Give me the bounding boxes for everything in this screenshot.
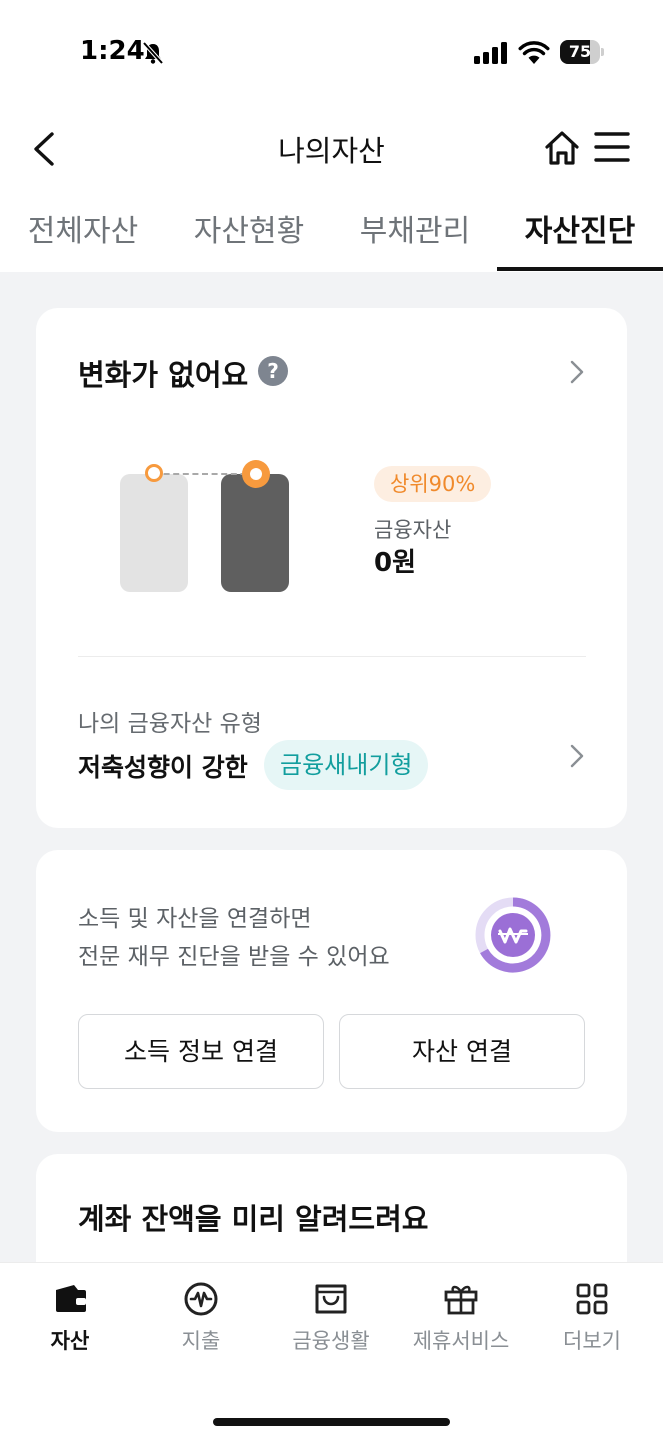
shopping-bag-icon [315, 1284, 347, 1314]
connect-line-1: 소득 및 자산을 연결하면 [78, 906, 312, 932]
active-tab-indicator [497, 267, 663, 271]
comparison-dashed-line [154, 473, 256, 475]
nav-spending[interactable]: 지출 [135, 1263, 267, 1373]
won-diagnosis-icon [475, 897, 551, 973]
previous-asset-bar [120, 474, 188, 592]
card-divider [78, 656, 586, 657]
signal-icon [474, 42, 507, 64]
chevron-right-icon [570, 744, 584, 768]
won-pulse-icon [184, 1282, 218, 1316]
nav-more[interactable]: 더보기 [526, 1263, 658, 1373]
tab-debt-management[interactable]: 부채관리 [332, 206, 498, 272]
nav-assets-label: 자산 [50, 1329, 90, 1353]
nav-partner-services[interactable]: 제휴서비스 [395, 1263, 527, 1373]
rank-badge: 상위90% [374, 466, 492, 502]
connect-asset-button[interactable]: 자산 연결 [339, 1014, 585, 1089]
previous-point-marker [145, 464, 163, 482]
nav-spending-label: 지출 [181, 1329, 221, 1353]
nav-more-label: 더보기 [563, 1329, 621, 1353]
asset-change-card: 변화가 없어요 ? 상위90% 금융자산 0원 나의 금융자산 유형 저축성향이… [36, 308, 627, 828]
gift-icon [444, 1285, 478, 1315]
nav-financial-life[interactable]: 금융생활 [265, 1263, 397, 1373]
bottom-navigation: 자산 지출 금융생활 제휴서비스 더보기 [0, 1262, 663, 1440]
help-icon[interactable]: ? [258, 356, 288, 386]
financial-asset-value: 0원 [374, 548, 417, 578]
connect-description: 소득 및 자산을 연결하면 전문 재무 진단을 받을 수 있어요 [78, 900, 390, 976]
battery-icon: 75 [560, 40, 604, 64]
home-indicator [213, 1418, 450, 1426]
tab-bar: 전체자산 자산현황 부채관리 자산진단 [0, 206, 663, 272]
wallet-icon [56, 1285, 86, 1312]
asset-type-badge: 금융새내기형 [264, 740, 429, 790]
connect-income-button[interactable]: 소득 정보 연결 [78, 1014, 324, 1089]
grid-icon [576, 1283, 608, 1315]
home-icon[interactable] [542, 128, 582, 168]
tab-total-assets[interactable]: 전체자산 [0, 206, 166, 272]
nav-assets[interactable]: 자산 [4, 1263, 136, 1373]
asset-type-row[interactable]: 나의 금융자산 유형 저축성향이 강한 금융새내기형 [36, 668, 627, 828]
wifi-icon [518, 41, 550, 64]
current-point-marker [242, 460, 270, 488]
hamburger-menu-icon[interactable] [594, 130, 630, 164]
nav-partner-services-label: 제휴서비스 [412, 1329, 510, 1353]
chevron-right-icon [570, 360, 584, 384]
connect-card: 소득 및 자산을 연결하면 전문 재무 진단을 받을 수 있어요 소득 정보 연… [36, 850, 627, 1132]
current-asset-bar [221, 474, 289, 592]
tab-asset-diagnosis[interactable]: 자산진단 [497, 206, 663, 272]
financial-asset-label: 금융자산 [374, 518, 452, 542]
connect-line-2: 전문 재무 진단을 받을 수 있어요 [78, 944, 390, 970]
bell-muted-icon [142, 41, 164, 65]
asset-change-title: 변화가 없어요 [78, 358, 249, 392]
tab-asset-status[interactable]: 자산현황 [166, 206, 332, 272]
asset-type-label: 나의 금융자산 유형 [78, 711, 262, 737]
status-time: 1:24 [80, 36, 145, 66]
asset-change-header[interactable]: 변화가 없어요 ? [36, 308, 627, 428]
battery-level: 75 [568, 42, 592, 61]
nav-financial-life-label: 금융생활 [292, 1329, 370, 1353]
top-area: 1:24 75 나의자산 전체자산 자산현황 부채관리 자산진단 [0, 0, 663, 272]
balance-alert-title: 계좌 잔액을 미리 알려드려요 [78, 1202, 429, 1236]
asset-type-description: 저축성향이 강한 [78, 753, 248, 782]
